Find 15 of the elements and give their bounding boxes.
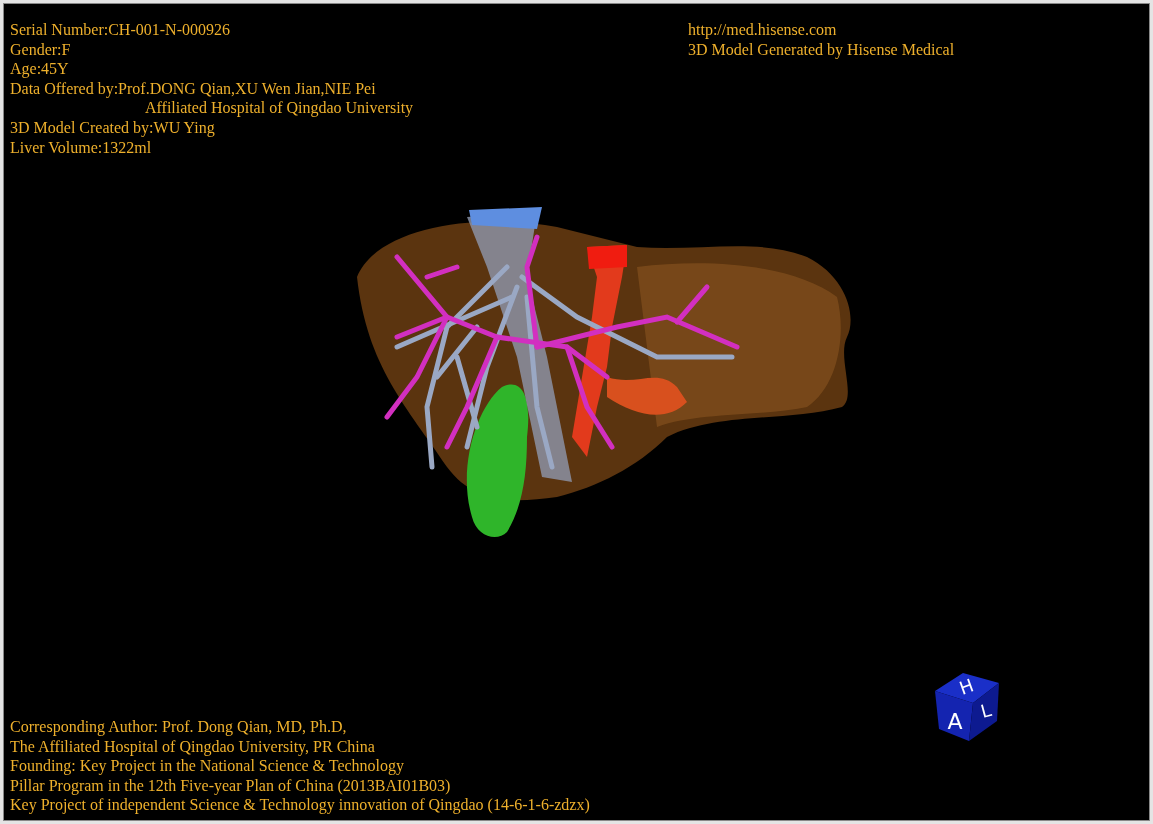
info-text: 3D Model Created by:WU Ying bbox=[10, 117, 216, 138]
info-text: Serial Number:CH-001-N-000926 bbox=[10, 20, 231, 40]
info-text: Data Offered by:Prof.DONG Qian,XU Wen Jian,NIE Pei bbox=[10, 78, 377, 99]
info-text: Gender:F bbox=[10, 39, 72, 60]
info-text: Age:45Y bbox=[10, 59, 70, 79]
site-text: 3D Model Generated by Hisense Medical bbox=[688, 39, 956, 60]
credit-text: Pillar Program in the 12th Five-year Plan of China (2013BAI01B03) bbox=[10, 775, 452, 796]
credit-text: Key Project of independent Science & Technology innovation of Qingdao (14-6-1-6-zdzx) bbox=[10, 795, 590, 815]
info-text: Liver Volume:1322ml bbox=[10, 137, 153, 158]
orientation-cube[interactable]: H A L bbox=[933, 671, 1003, 743]
info-text: Affiliated Hospital of Qingdao University bbox=[144, 98, 414, 118]
site-text: http://med.hisense.com bbox=[688, 20, 838, 40]
credit-text: Founding: Key Project in the National Science & Technology bbox=[10, 756, 406, 776]
credit-text: Corresponding Author: Prof. Dong Qian, MD, Ph.D, bbox=[10, 717, 348, 737]
credit-text: The Affiliated Hospital of Qingdao University, PR China bbox=[10, 736, 376, 757]
